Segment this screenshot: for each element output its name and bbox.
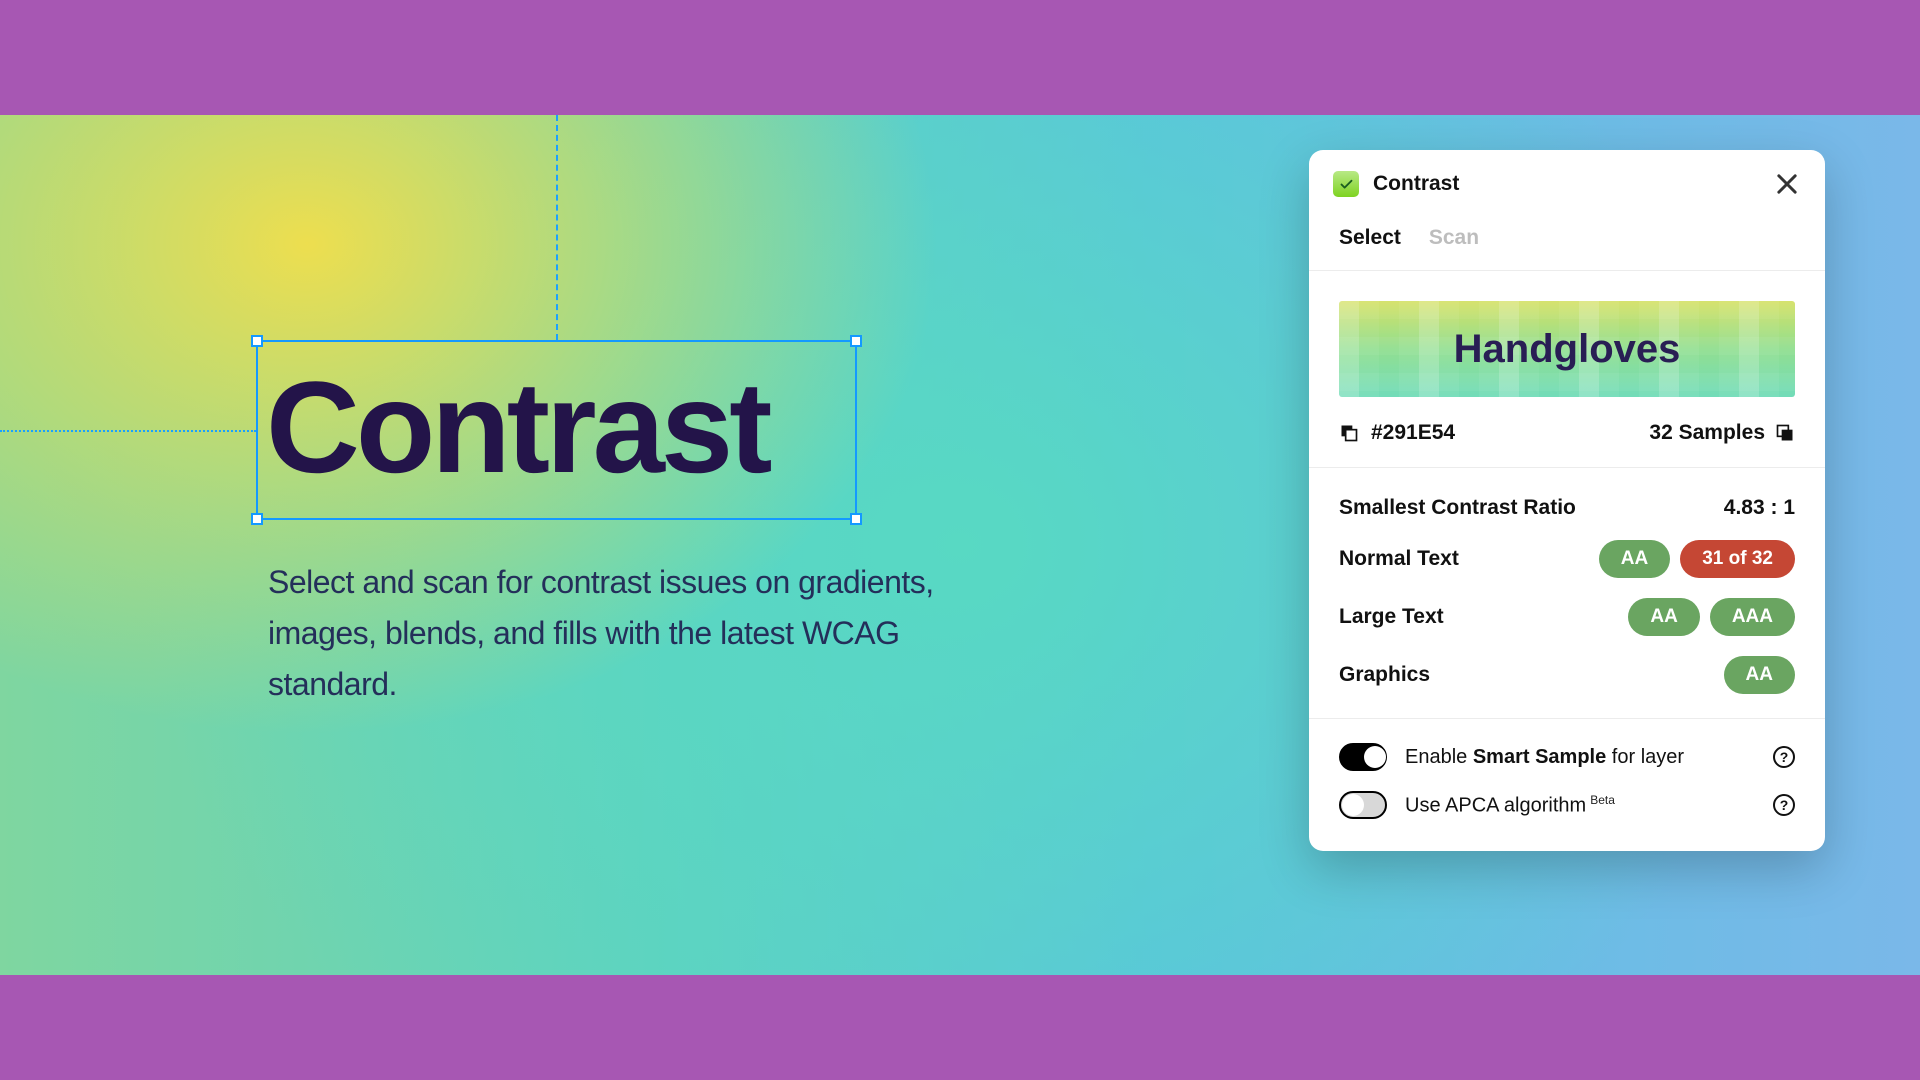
resize-handle-bottom-left[interactable]: [251, 513, 263, 525]
app-checkmark-icon: [1333, 171, 1359, 197]
ratio-value: 4.83 : 1: [1724, 496, 1795, 520]
large-text-row: Large Text AA AAA: [1309, 588, 1825, 646]
results-section: Smallest Contrast Ratio 4.83 : 1 Normal …: [1309, 480, 1825, 718]
foreground-hex[interactable]: #291E54: [1371, 421, 1455, 445]
resize-handle-top-left[interactable]: [251, 335, 263, 347]
alignment-guide-horizontal: [0, 430, 256, 432]
alignment-guide-vertical: [556, 115, 558, 340]
subtitle-text[interactable]: Select and scan for contrast issues on g…: [268, 557, 948, 711]
design-canvas[interactable]: Contrast Select and scan for contrast is…: [0, 115, 1920, 975]
ratio-label: Smallest Contrast Ratio: [1339, 496, 1576, 520]
large-text-aaa-badge: AAA: [1710, 598, 1795, 636]
apca-label: Use APCA algorithmBeta: [1405, 793, 1755, 818]
smart-sample-toggle[interactable]: [1339, 743, 1387, 771]
smart-sample-label: Enable Smart Sample for layer: [1405, 746, 1755, 769]
normal-text-fail-badge: 31 of 32: [1680, 540, 1795, 578]
color-info-row: #291E54 32 Samples: [1309, 411, 1825, 455]
graphics-row: Graphics AA: [1309, 646, 1825, 704]
options-section: Enable Smart Sample for layer ? Use APCA…: [1309, 718, 1825, 851]
tab-scan[interactable]: Scan: [1429, 226, 1479, 250]
resize-handle-top-right[interactable]: [850, 335, 862, 347]
sample-count: 32 Samples: [1649, 421, 1765, 445]
divider: [1309, 467, 1825, 468]
app-frame: Contrast Select and scan for contrast is…: [0, 0, 1920, 1080]
apca-help-icon[interactable]: ?: [1773, 794, 1795, 816]
panel-title: Contrast: [1373, 172, 1773, 196]
smart-sample-row: Enable Smart Sample for layer ?: [1309, 733, 1825, 781]
large-text-label: Large Text: [1339, 605, 1444, 629]
background-swatch-icon[interactable]: [1775, 423, 1795, 443]
normal-text-aa-badge: AA: [1599, 540, 1670, 578]
close-button[interactable]: [1773, 170, 1801, 198]
panel-header: Contrast: [1309, 150, 1825, 218]
contrast-panel: Contrast Select Scan Handgloves: [1309, 150, 1825, 851]
preview-section: Handgloves: [1309, 271, 1825, 411]
normal-text-row: Normal Text AA 31 of 32: [1309, 530, 1825, 588]
graphics-aa-badge: AA: [1724, 656, 1795, 694]
panel-tabs: Select Scan: [1309, 218, 1825, 271]
normal-text-label: Normal Text: [1339, 547, 1459, 571]
tab-select[interactable]: Select: [1339, 226, 1401, 250]
selection-bounding-box[interactable]: Contrast: [256, 340, 857, 520]
ratio-row: Smallest Contrast Ratio 4.83 : 1: [1309, 486, 1825, 530]
resize-handle-bottom-right[interactable]: [850, 513, 862, 525]
apca-row: Use APCA algorithmBeta ?: [1309, 781, 1825, 829]
graphics-label: Graphics: [1339, 663, 1430, 687]
headline-text[interactable]: Contrast: [258, 342, 855, 492]
apca-toggle[interactable]: [1339, 791, 1387, 819]
large-text-aa-badge: AA: [1628, 598, 1699, 636]
preview-swatch: Handgloves: [1339, 301, 1795, 397]
preview-sample-text: Handgloves: [1339, 301, 1795, 397]
foreground-swatch-icon: [1339, 423, 1359, 443]
smart-sample-help-icon[interactable]: ?: [1773, 746, 1795, 768]
